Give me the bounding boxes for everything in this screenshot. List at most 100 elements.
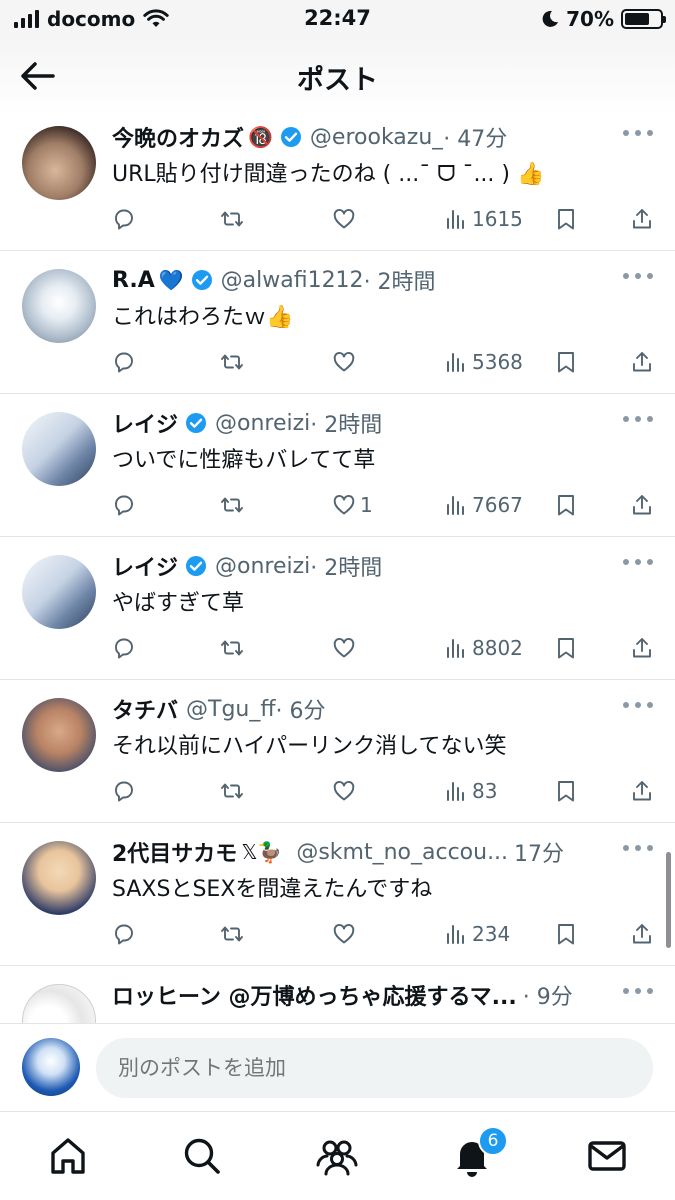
- like-button[interactable]: 1: [332, 490, 373, 520]
- author-name[interactable]: 今晩のオカズ: [112, 121, 244, 153]
- repost-icon[interactable]: [220, 347, 244, 377]
- reply-icon[interactable]: [112, 633, 136, 663]
- post-text: やばすぎて草: [112, 591, 245, 616]
- avatar[interactable]: [22, 1038, 80, 1096]
- post-time[interactable]: · 2時間: [310, 407, 382, 439]
- author-handle[interactable]: @onreizi: [215, 411, 310, 436]
- share-icon[interactable]: [630, 490, 654, 520]
- post-time[interactable]: · 9分: [523, 979, 573, 1011]
- post-time[interactable]: · 2時間: [364, 264, 436, 296]
- post-time[interactable]: · 2時間: [310, 550, 382, 582]
- views-button[interactable]: 8802: [444, 633, 523, 663]
- avatar[interactable]: [22, 269, 96, 343]
- avatar[interactable]: [22, 984, 96, 1023]
- post[interactable]: R.A 💙 @alwafi1212 · 2時間 これはわろたｗ👍 5368: [0, 251, 675, 394]
- repost-icon[interactable]: [220, 776, 244, 806]
- share-icon[interactable]: [630, 633, 654, 663]
- repost-icon[interactable]: [220, 633, 244, 663]
- bookmark-icon[interactable]: [554, 776, 578, 806]
- author-handle[interactable]: @skmt_no_accou...: [296, 840, 508, 865]
- views-icon: [447, 782, 464, 801]
- view-count: 5368: [472, 350, 523, 374]
- post-time[interactable]: · 6分: [276, 693, 326, 725]
- scrollbar[interactable]: [666, 852, 671, 948]
- author-handle[interactable]: @onreizi: [215, 554, 310, 579]
- more-options-icon[interactable]: [623, 273, 653, 283]
- avatar[interactable]: [22, 555, 96, 629]
- views-button[interactable]: 1615: [444, 204, 523, 234]
- avatar[interactable]: [22, 698, 96, 772]
- search-icon[interactable]: [180, 1134, 224, 1178]
- like-button[interactable]: [332, 633, 360, 663]
- more-options-icon[interactable]: [623, 416, 653, 426]
- views-icon: [447, 353, 464, 372]
- reply-icon[interactable]: [112, 204, 136, 234]
- author-handle[interactable]: @alwafi1212: [221, 268, 364, 293]
- author-name[interactable]: R.A: [112, 268, 155, 293]
- repost-icon[interactable]: [220, 204, 244, 234]
- reply-feed[interactable]: 今晩のオカズ 🔞 @erookazu_ · 47分 URL貼り付け間違ったのね …: [0, 108, 675, 1023]
- more-options-icon[interactable]: [623, 130, 653, 140]
- add-post-input[interactable]: [96, 1038, 653, 1098]
- post-time[interactable]: 17分: [514, 836, 564, 868]
- more-options-icon[interactable]: [623, 988, 653, 998]
- avatar[interactable]: [22, 841, 96, 915]
- bookmark-icon[interactable]: [554, 347, 578, 377]
- views-icon: [447, 925, 464, 944]
- share-icon[interactable]: [630, 919, 654, 949]
- bookmark-icon[interactable]: [554, 204, 578, 234]
- post[interactable]: レイジ @onreizi · 2時間 やばすぎて草 8802: [0, 537, 675, 680]
- like-button[interactable]: [332, 776, 360, 806]
- post[interactable]: ロッヒーン @万博めっちゃ応援するマ... · 9分: [0, 966, 675, 1023]
- post-header: 2代目サカモ 𝕏🦆 @skmt_no_accou... 17分: [112, 835, 605, 869]
- reply-composer: [0, 1023, 675, 1111]
- reply-icon[interactable]: [112, 490, 136, 520]
- more-options-icon[interactable]: [623, 559, 653, 569]
- reply-icon[interactable]: [112, 347, 136, 377]
- messages-icon[interactable]: [585, 1134, 629, 1178]
- post-text: URL貼り付け間違ったのね ( ...¯ ᗜ ¯... ) 👍: [112, 162, 545, 187]
- post-actions: 5368: [112, 347, 657, 377]
- author-name[interactable]: ロッヒーン @万博めっちゃ応援するマ...: [112, 979, 517, 1011]
- verified-badge-icon: [186, 413, 207, 433]
- avatar[interactable]: [22, 126, 96, 200]
- author-name[interactable]: 2代目サカモ: [112, 836, 237, 868]
- views-button[interactable]: 234: [444, 919, 510, 949]
- bookmark-icon[interactable]: [554, 633, 578, 663]
- author-handle[interactable]: @erookazu_: [310, 125, 443, 150]
- views-button[interactable]: 5368: [444, 347, 523, 377]
- post[interactable]: レイジ @onreizi · 2時間 ついでに性癖もバレてて草 1 7667: [0, 394, 675, 537]
- views-button[interactable]: 83: [444, 776, 497, 806]
- like-button[interactable]: [332, 919, 360, 949]
- author-name[interactable]: レイジ: [112, 407, 178, 439]
- heart-icon: [333, 495, 355, 515]
- communities-icon[interactable]: [315, 1134, 359, 1178]
- bookmark-icon[interactable]: [554, 490, 578, 520]
- share-icon[interactable]: [630, 204, 654, 234]
- author-name[interactable]: レイジ: [112, 550, 178, 582]
- more-options-icon[interactable]: [623, 845, 653, 855]
- post-time[interactable]: · 47分: [443, 121, 507, 153]
- bookmark-icon[interactable]: [554, 919, 578, 949]
- share-icon[interactable]: [630, 347, 654, 377]
- avatar[interactable]: [22, 412, 96, 486]
- author-handle[interactable]: @Tgu_ff: [186, 697, 276, 722]
- like-button[interactable]: [332, 347, 360, 377]
- view-count: 8802: [472, 636, 523, 660]
- more-options-icon[interactable]: [623, 702, 653, 712]
- tab-bar: 6: [0, 1111, 675, 1200]
- views-button[interactable]: 7667: [444, 490, 523, 520]
- post-actions: 234: [112, 919, 657, 949]
- home-icon[interactable]: [46, 1134, 90, 1178]
- post[interactable]: 2代目サカモ 𝕏🦆 @skmt_no_accou... 17分 SAXSとSEX…: [0, 823, 675, 966]
- reply-icon[interactable]: [112, 776, 136, 806]
- repost-icon[interactable]: [220, 490, 244, 520]
- like-button[interactable]: [332, 204, 360, 234]
- repost-icon[interactable]: [220, 919, 244, 949]
- header: ポスト: [0, 38, 675, 114]
- author-name[interactable]: タチバ: [112, 693, 178, 725]
- reply-icon[interactable]: [112, 919, 136, 949]
- post[interactable]: 今晩のオカズ 🔞 @erookazu_ · 47分 URL貼り付け間違ったのね …: [0, 108, 675, 251]
- post[interactable]: タチバ @Tgu_ff · 6分 それ以前にハイパーリンク消してない笑 83: [0, 680, 675, 823]
- share-icon[interactable]: [630, 776, 654, 806]
